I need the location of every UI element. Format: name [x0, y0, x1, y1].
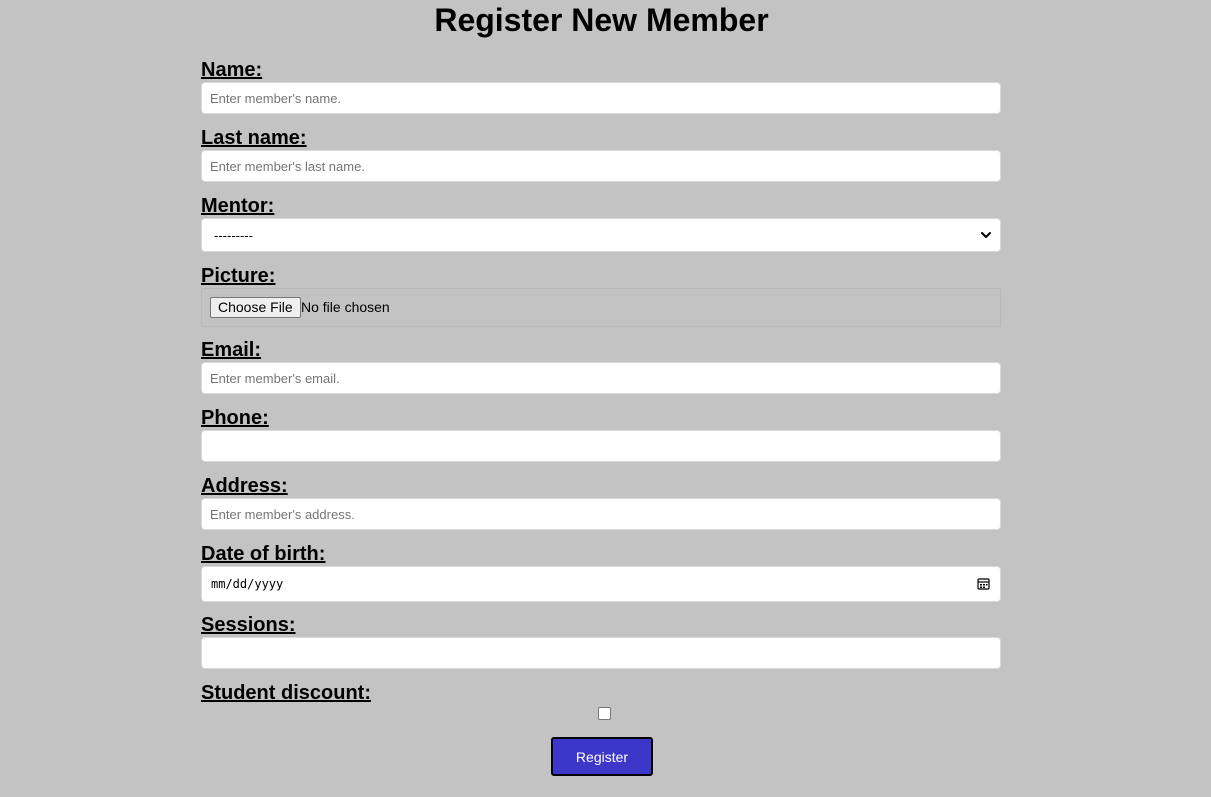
date-format-placeholder: mm/dd/yyyy: [211, 577, 284, 591]
name-label: Name:: [201, 59, 263, 81]
date-of-birth-label: Date of birth:: [201, 543, 326, 565]
last-name-label: Last name:: [201, 127, 307, 149]
picture-label: Picture:: [201, 265, 276, 287]
last-name-input[interactable]: [201, 150, 1001, 182]
address-input[interactable]: [201, 498, 1001, 530]
email-field-group: Email:: [201, 338, 1001, 394]
student-discount-label: Student discount:: [201, 682, 371, 704]
email-input[interactable]: [201, 362, 1001, 394]
student-discount-checkbox[interactable]: [598, 707, 611, 720]
picture-field-group: Picture: Choose File No file chosen: [201, 264, 1001, 327]
mentor-select[interactable]: ---------: [201, 218, 1001, 252]
address-label: Address:: [201, 475, 288, 497]
date-of-birth-field-group: Date of birth: mm/dd/yyyy: [201, 542, 1001, 602]
address-field-group: Address:: [201, 474, 1001, 530]
calendar-icon[interactable]: [977, 577, 990, 590]
sessions-label: Sessions:: [201, 614, 296, 636]
phone-field-group: Phone:: [201, 406, 1001, 462]
last-name-field-group: Last name:: [201, 126, 1001, 182]
name-field-group: Name:: [201, 58, 1001, 114]
picture-file-input: Choose File No file chosen: [201, 288, 1001, 327]
phone-label: Phone:: [201, 407, 269, 429]
file-status-text: No file chosen: [301, 299, 390, 315]
mentor-selected-value: ---------: [214, 228, 253, 243]
mentor-label: Mentor:: [201, 195, 275, 217]
student-discount-field-group: Student discount:: [201, 681, 1001, 705]
mentor-field-group: Mentor: ---------: [201, 194, 1001, 252]
chevron-down-icon: [981, 232, 991, 238]
date-of-birth-input[interactable]: mm/dd/yyyy: [201, 566, 1001, 602]
phone-input[interactable]: [201, 430, 1001, 462]
sessions-field-group: Sessions:: [201, 613, 1001, 669]
page-title: Register New Member: [434, 2, 769, 38]
sessions-input[interactable]: [201, 637, 1001, 669]
register-button[interactable]: Register: [551, 737, 653, 776]
choose-file-button[interactable]: Choose File: [210, 297, 301, 318]
email-label: Email:: [201, 339, 262, 361]
name-input[interactable]: [201, 82, 1001, 114]
